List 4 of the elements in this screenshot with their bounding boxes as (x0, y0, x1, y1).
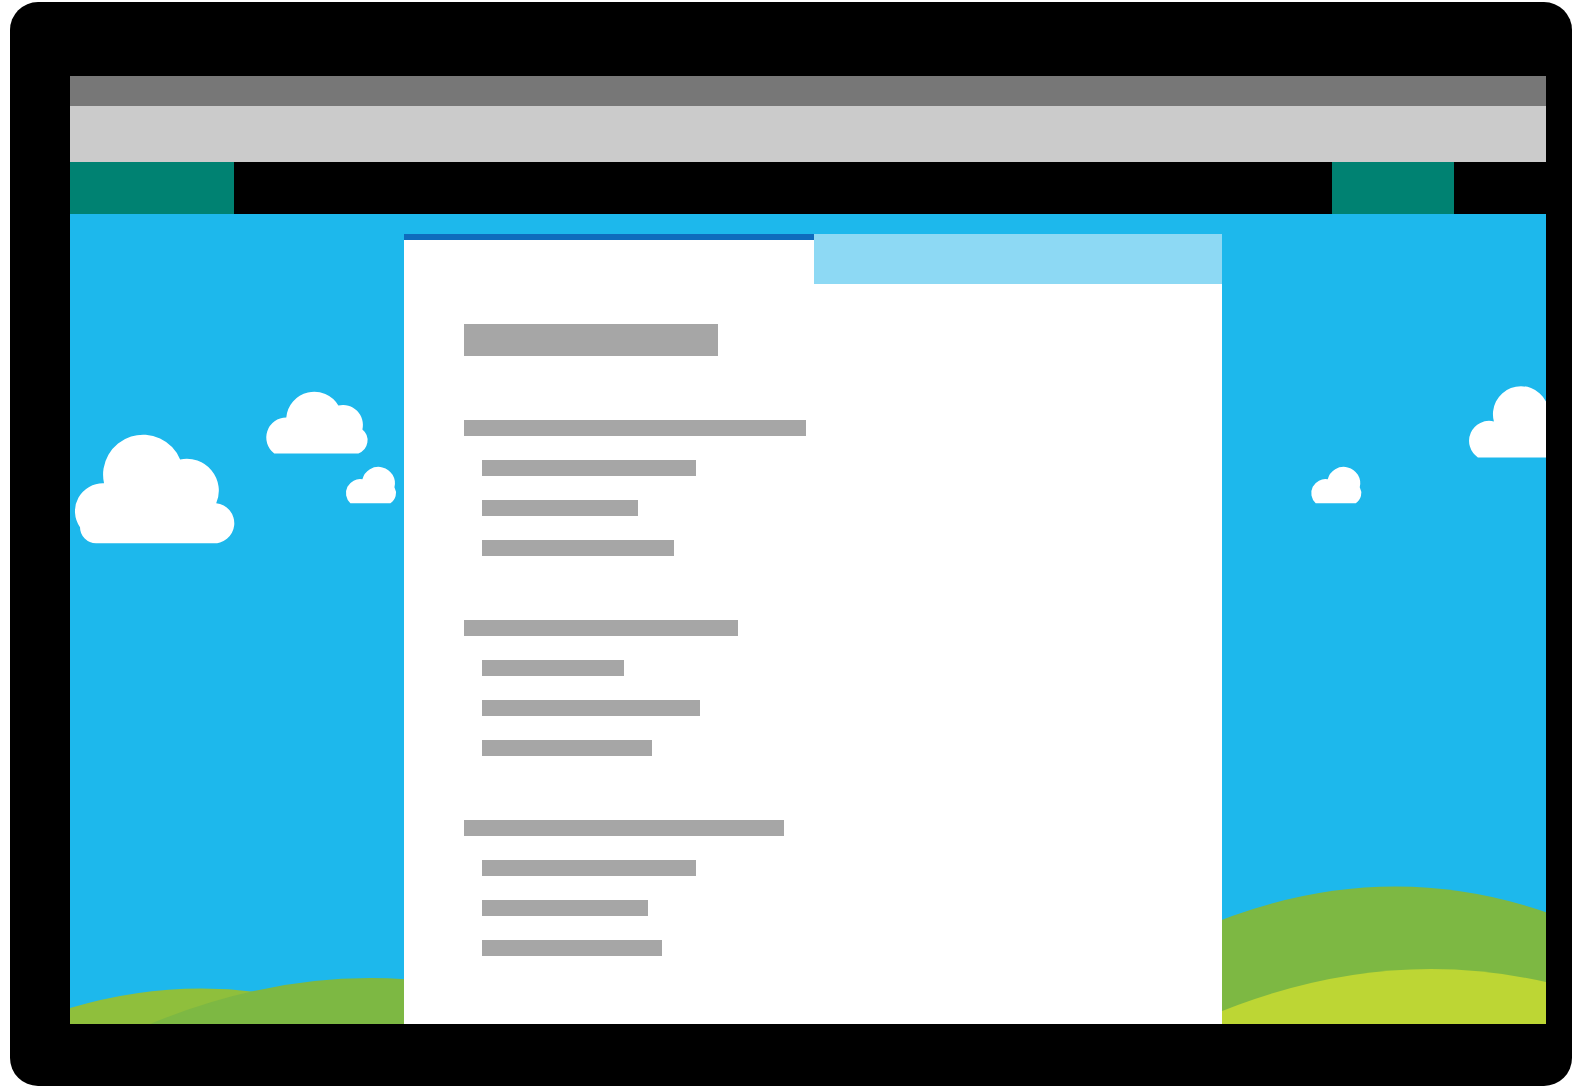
text-line-placeholder (482, 660, 624, 676)
nav-button[interactable] (70, 162, 234, 214)
tab[interactable] (404, 234, 813, 284)
nav-button[interactable] (1332, 162, 1454, 214)
